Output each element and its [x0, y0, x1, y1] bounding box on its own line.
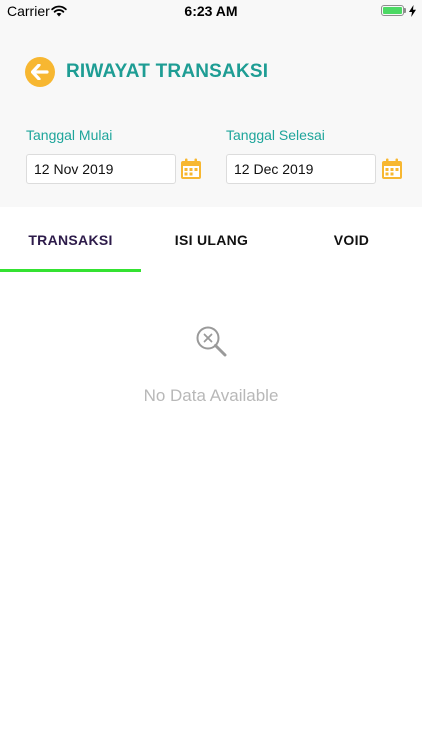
calendar-icon[interactable]: [381, 158, 403, 180]
charging-icon: [409, 4, 416, 20]
active-tab-indicator: [0, 269, 141, 272]
calendar-icon[interactable]: [180, 158, 202, 180]
arrow-left-icon: [31, 64, 49, 80]
clock: 6:23 AM: [184, 3, 238, 19]
tab-void[interactable]: VOID: [281, 207, 422, 272]
start-date-label: Tanggal Mulai: [26, 127, 113, 143]
search-close-icon: [196, 326, 227, 357]
battery-icon: [381, 5, 404, 16]
tab-bar: TRANSAKSI ISI ULANG VOID: [0, 207, 422, 272]
tab-transaksi[interactable]: TRANSAKSI: [0, 207, 141, 272]
back-button[interactable]: [25, 57, 55, 87]
end-date-field[interactable]: 12 Dec 2019: [226, 154, 376, 184]
start-date-field[interactable]: 12 Nov 2019: [26, 154, 176, 184]
tab-isi-ulang[interactable]: ISI ULANG: [141, 207, 282, 272]
end-date-label: Tanggal Selesai: [226, 127, 325, 143]
empty-state-text: No Data Available: [143, 386, 279, 405]
status-bar: Carrier 6:23 AM: [0, 0, 422, 22]
page-title: RIWAYAT TRANSAKSI: [66, 61, 269, 82]
